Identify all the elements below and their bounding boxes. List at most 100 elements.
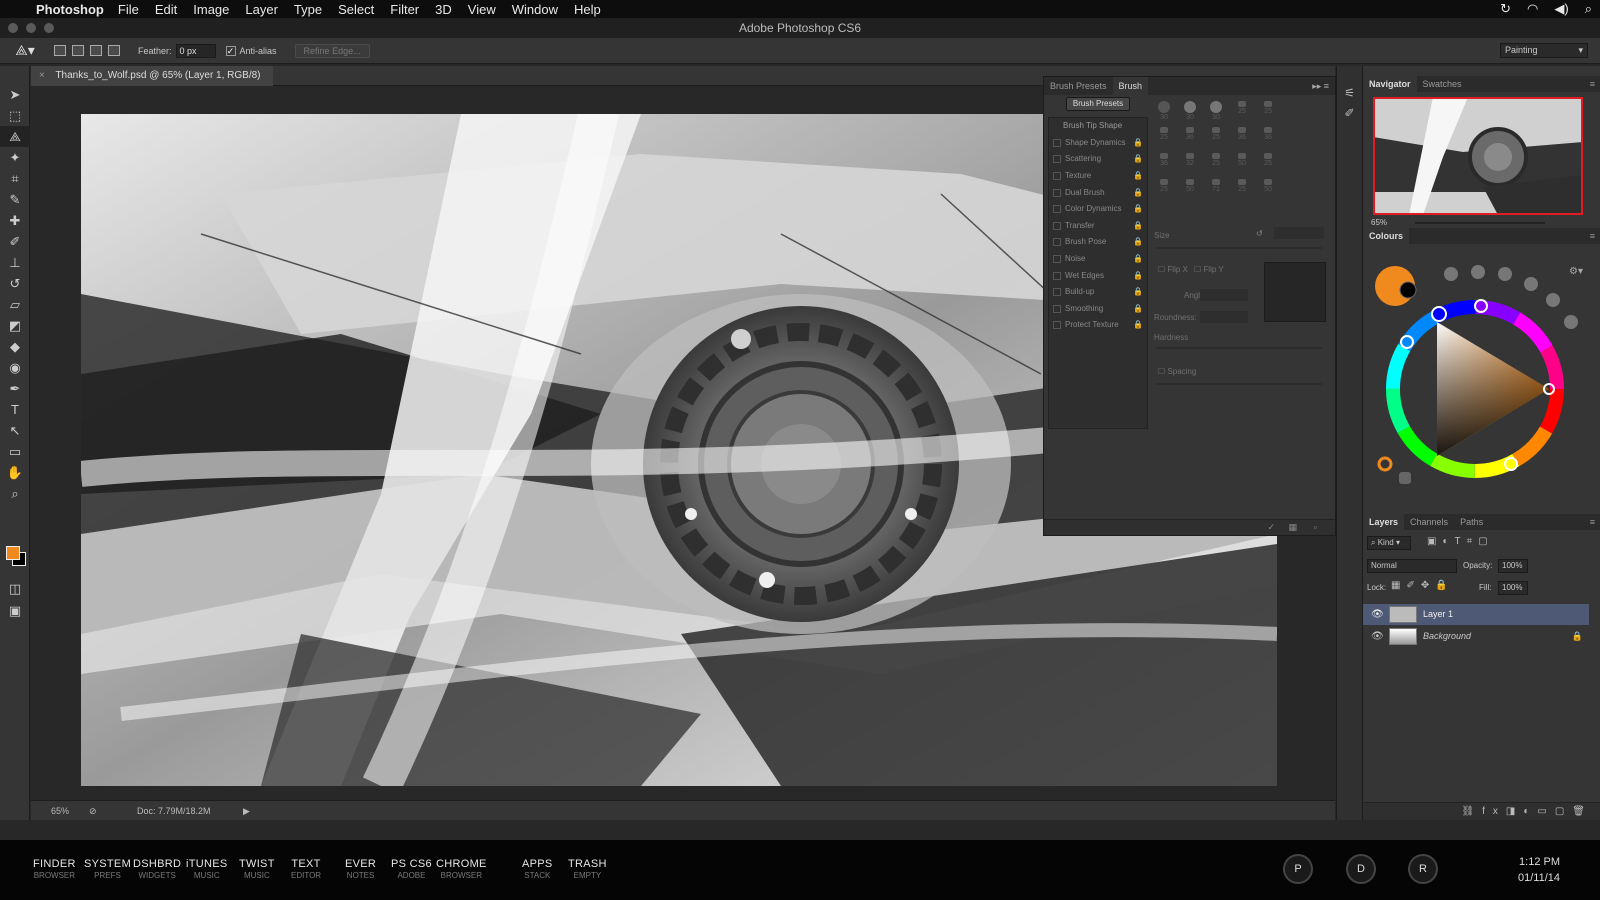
- colour-preset-icon[interactable]: [1564, 315, 1578, 329]
- tab-brush[interactable]: Brush: [1112, 77, 1149, 95]
- brush-tip-shape-item[interactable]: Brush Tip Shape: [1049, 118, 1147, 135]
- navigator-view-box[interactable]: [1373, 97, 1583, 215]
- type-tool-icon[interactable]: T: [0, 399, 30, 420]
- hand-tool-icon[interactable]: ✋: [0, 462, 30, 483]
- history-brush-tool-icon[interactable]: ↺: [0, 273, 30, 294]
- menu-3d[interactable]: 3D: [435, 2, 452, 17]
- dock-item-finder[interactable]: FINDER BROWSER: [33, 858, 76, 880]
- layer-row[interactable]: 👁 Layer 1: [1363, 604, 1589, 625]
- path-selection-tool-icon[interactable]: ↖: [0, 420, 30, 441]
- size-input[interactable]: [1274, 227, 1324, 239]
- brush-angle-preview[interactable]: [1264, 262, 1326, 322]
- brush-option-item[interactable]: Color Dynamics 🔒: [1049, 201, 1147, 218]
- tab-navigator[interactable]: Navigator: [1363, 76, 1417, 92]
- tab-channels[interactable]: Channels: [1404, 514, 1454, 530]
- brush-tip-preset[interactable]: 36: [1258, 125, 1278, 145]
- flip-y-checkbox[interactable]: ☐ Flip Y: [1194, 265, 1224, 274]
- foreground-color-swatch[interactable]: [6, 546, 20, 560]
- pen-tool-icon[interactable]: ✒: [0, 378, 30, 399]
- option-checkbox[interactable]: [1053, 238, 1061, 247]
- brush-option-item[interactable]: Smoothing 🔒: [1049, 301, 1147, 318]
- brush-option-item[interactable]: Dual Brush 🔒: [1049, 184, 1147, 201]
- dock-item-evernote[interactable]: EVER NOTES: [345, 858, 376, 880]
- brush-tip-preset[interactable]: 50: [1180, 177, 1200, 197]
- dock-item-photoshop[interactable]: PS CS6 ADOBE: [391, 858, 432, 880]
- brush-option-item[interactable]: Protect Texture 🔒: [1049, 317, 1147, 334]
- brush-tip-preset[interactable]: 32: [1180, 151, 1200, 171]
- rectangle-tool-icon[interactable]: ▭: [0, 441, 30, 462]
- panel-menu-icon[interactable]: ≡: [1584, 514, 1600, 530]
- spacing-checkbox[interactable]: ☐ Spacing: [1158, 367, 1196, 376]
- blend-mode-select[interactable]: Normal: [1367, 559, 1457, 573]
- grayscale-mode-icon[interactable]: [1399, 472, 1411, 484]
- menu-file[interactable]: File: [118, 2, 139, 17]
- marquee-tool-icon[interactable]: ⬚: [0, 105, 30, 126]
- dock-item-apps[interactable]: APPS STACK: [522, 858, 553, 880]
- volume-icon[interactable]: ◀): [1554, 1, 1568, 17]
- menu-image[interactable]: Image: [193, 2, 229, 17]
- lock-icon[interactable]: 🔒: [1133, 234, 1143, 250]
- polygonal-lasso-tool-preset-icon[interactable]: ⟁▾: [8, 42, 42, 59]
- brush-tip-preset[interactable]: 25: [1258, 151, 1278, 171]
- brush-tip-preset[interactable]: 30: [1206, 99, 1226, 121]
- close-window-button[interactable]: [8, 23, 18, 33]
- option-checkbox[interactable]: [1053, 304, 1061, 313]
- option-checkbox[interactable]: [1053, 188, 1061, 197]
- flip-x-checkbox[interactable]: ☐ Flip X: [1158, 265, 1188, 274]
- lock-icon[interactable]: 🔒: [1133, 284, 1143, 300]
- lock-options-icons[interactable]: ▦✐✥🔒: [1391, 580, 1454, 591]
- colour-mode-icon[interactable]: [1377, 456, 1393, 472]
- tab-layers[interactable]: Layers: [1363, 514, 1405, 530]
- brush-tip-preset[interactable]: 30: [1180, 99, 1200, 121]
- spacing-slider[interactable]: [1156, 383, 1322, 385]
- spotlight-search-icon[interactable]: ⌕: [1585, 1, 1592, 17]
- dock-item-system[interactable]: SYSTEM PREFS: [84, 858, 131, 880]
- visibility-eye-icon[interactable]: 👁: [1371, 604, 1384, 625]
- fill-input[interactable]: 100%: [1498, 581, 1528, 595]
- close-document-icon[interactable]: ×: [39, 70, 45, 81]
- toggle-live-tip-icon[interactable]: ✓: [1267, 522, 1275, 533]
- lock-icon[interactable]: 🔒: [1133, 251, 1143, 267]
- brush-option-item[interactable]: Noise 🔒: [1049, 251, 1147, 268]
- tab-swatches[interactable]: Swatches: [1417, 76, 1468, 92]
- brush-tip-preset[interactable]: 36: [1232, 125, 1252, 145]
- dock-item-trash[interactable]: TRASH EMPTY: [568, 858, 607, 880]
- option-checkbox[interactable]: [1053, 221, 1061, 230]
- status-menu-arrow-icon[interactable]: ▶: [243, 801, 250, 821]
- dock-item-chrome[interactable]: CHROME BROWSER: [436, 858, 487, 880]
- option-checkbox[interactable]: [1053, 205, 1061, 214]
- brush-presets-button[interactable]: Brush Presets: [1066, 97, 1130, 111]
- brush-tip-preset[interactable]: 25: [1154, 177, 1174, 197]
- brush-tip-preset[interactable]: 25: [1206, 151, 1226, 171]
- brush-tip-preset[interactable]: 25: [1206, 125, 1226, 145]
- colour-preset-icon[interactable]: [1524, 277, 1538, 291]
- navigator-zoom[interactable]: 65%: [1371, 218, 1387, 227]
- brush-presets-icon[interactable]: ✐: [1337, 106, 1362, 120]
- lock-icon[interactable]: 🔒: [1133, 301, 1143, 317]
- option-checkbox[interactable]: [1053, 321, 1061, 330]
- lasso-tool-icon[interactable]: ⟁: [0, 126, 30, 147]
- dock-item-dashboard[interactable]: DSHBRD WIDGETS: [133, 858, 181, 880]
- intersect-selection-icon[interactable]: [108, 45, 120, 56]
- brush-option-item[interactable]: Scattering 🔒: [1049, 151, 1147, 168]
- brush-option-item[interactable]: Transfer 🔒: [1049, 218, 1147, 235]
- eyedropper-tool-icon[interactable]: ✎: [0, 189, 30, 210]
- dodge-tool-icon[interactable]: ◉: [0, 357, 30, 378]
- brush-tip-preset[interactable]: 25: [1154, 125, 1174, 145]
- blur-tool-icon[interactable]: ◆: [0, 336, 30, 357]
- hardness-slider[interactable]: [1156, 347, 1322, 349]
- lock-icon[interactable]: 🔒: [1133, 135, 1143, 151]
- tab-paths[interactable]: Paths: [1454, 514, 1489, 530]
- brush-tip-preset[interactable]: 50: [1232, 151, 1252, 171]
- lock-icon[interactable]: 🔒: [1133, 151, 1143, 167]
- paint-bucket-tool-icon[interactable]: ◩: [0, 315, 30, 336]
- layer-filter-icons[interactable]: ▣◐T⌗▢: [1427, 536, 1494, 547]
- add-to-selection-icon[interactable]: [72, 45, 84, 56]
- menu-select[interactable]: Select: [338, 2, 374, 17]
- option-checkbox[interactable]: [1053, 271, 1061, 280]
- magic-wand-tool-icon[interactable]: ✦: [0, 147, 30, 168]
- angle-input[interactable]: [1200, 289, 1248, 301]
- layer-filter-kind[interactable]: ⌕ Kind ▾: [1367, 536, 1411, 550]
- menu-edit[interactable]: Edit: [155, 2, 177, 17]
- menu-help[interactable]: Help: [574, 2, 601, 17]
